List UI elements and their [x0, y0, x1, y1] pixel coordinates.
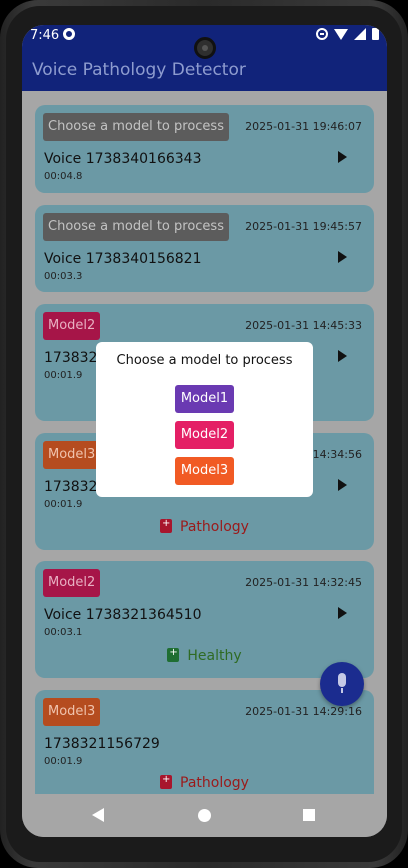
model-chip[interactable]: Choose a model to process — [43, 213, 229, 241]
microphone-icon — [338, 673, 346, 693]
recording-title: 1738321156729 — [44, 736, 160, 752]
model-chip[interactable]: Model3 — [43, 698, 101, 726]
dialog-title: Choose a model to process — [116, 353, 293, 368]
recording-title: Voice 1738321364510 — [44, 607, 202, 623]
status-time: 7:46 — [30, 28, 60, 43]
battery-icon — [372, 28, 379, 40]
result-label: Pathology — [35, 774, 374, 791]
play-icon[interactable] — [338, 350, 347, 362]
play-icon[interactable] — [338, 607, 347, 619]
result-label: Pathology — [35, 518, 374, 535]
recording-card[interactable]: Choose a model to process 2025-01-31 19:… — [35, 105, 374, 193]
result-label: Healthy — [35, 647, 374, 664]
medical-kit-icon — [160, 518, 173, 533]
gear-icon — [63, 28, 75, 40]
recording-title: Voice 1738340156821 — [44, 251, 202, 267]
result-text: Pathology — [180, 519, 249, 535]
record-fab-button[interactable] — [320, 662, 364, 706]
recording-duration: 00:04.8 — [44, 171, 83, 182]
back-icon[interactable] — [92, 808, 104, 822]
model-chip[interactable]: Model3 — [43, 441, 101, 469]
recording-card[interactable]: Model2 2025-01-31 14:32:45 Voice 1738321… — [35, 561, 374, 678]
phone-screen: 7:46 Voice Pathology Detector Choose a m… — [22, 25, 387, 837]
model2-button[interactable]: Model2 — [175, 421, 234, 449]
recording-duration: 00:01.9 — [44, 499, 83, 510]
do-not-disturb-icon — [316, 28, 328, 40]
home-icon[interactable] — [198, 809, 211, 822]
model-chip[interactable]: Model2 — [43, 312, 101, 340]
model-chooser-dialog: Choose a model to process Model1 Model2 … — [96, 342, 313, 497]
model-chip[interactable]: Choose a model to process — [43, 113, 229, 141]
navigation-bar — [22, 794, 387, 837]
play-icon[interactable] — [338, 479, 347, 491]
recording-duration: 00:03.1 — [44, 627, 83, 638]
front-camera — [194, 37, 216, 59]
play-icon[interactable] — [338, 151, 347, 163]
signal-icon — [354, 28, 366, 40]
recent-apps-icon[interactable] — [303, 809, 315, 821]
recording-duration: 00:01.9 — [44, 756, 83, 767]
medical-kit-icon — [160, 774, 173, 789]
recording-date: 2025-01-31 14:29:16 — [245, 705, 362, 718]
recording-card[interactable]: Model3 2025-01-31 14:29:16 1738321156729… — [35, 690, 374, 794]
recording-title: Voice 1738340166343 — [44, 151, 202, 167]
model1-button[interactable]: Model1 — [175, 385, 234, 413]
wifi-icon — [334, 28, 348, 40]
model3-button[interactable]: Model3 — [175, 457, 234, 485]
recording-date: 2025-01-31 19:45:57 — [245, 220, 362, 233]
status-icons — [316, 28, 379, 40]
result-text: Pathology — [180, 775, 249, 791]
recording-date: 2025-01-31 19:46:07 — [245, 120, 362, 133]
play-icon[interactable] — [338, 251, 347, 263]
result-text: Healthy — [187, 648, 242, 664]
recording-duration: 00:01.9 — [44, 370, 83, 381]
recording-date: 2025-01-31 14:45:33 — [245, 319, 362, 332]
recording-duration: 00:03.3 — [44, 271, 83, 282]
model-chip[interactable]: Model2 — [43, 569, 101, 597]
recording-card[interactable]: Choose a model to process 2025-01-31 19:… — [35, 205, 374, 292]
recording-date: 2025-01-31 14:32:45 — [245, 576, 362, 589]
medical-kit-icon — [167, 647, 180, 662]
app-title: Voice Pathology Detector — [32, 60, 246, 80]
